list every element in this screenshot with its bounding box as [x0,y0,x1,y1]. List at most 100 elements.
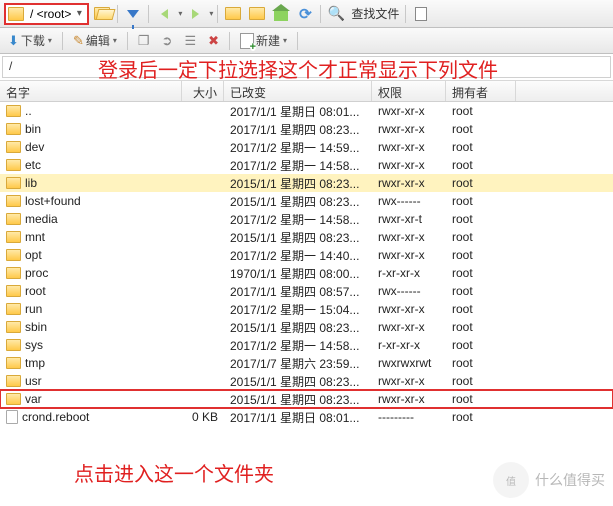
cell-name: dev [0,140,182,154]
table-row[interactable]: usr2015/1/1 星期四 08:23...rwxr-xr-xroot [0,372,613,390]
folder-icon [6,195,21,207]
cell-changed: 2017/1/2 星期一 14:58... [224,157,372,174]
cell-perm: rwxr-xr-x [372,320,446,334]
refresh-icon: ⟳ [299,5,312,23]
arrow-right-icon [192,9,199,19]
parent-dir-button[interactable] [222,3,244,25]
col-header-changed[interactable]: 已改变 [224,81,372,101]
find-files-label[interactable]: 查找文件 [349,5,401,22]
properties-button[interactable]: ☰ [180,31,200,51]
table-row[interactable]: lost+found2015/1/1 星期四 08:23...rwx------… [0,192,613,210]
copy-button[interactable]: ❐ [134,31,154,51]
find-button[interactable]: 🔍 [325,3,347,25]
folder-icon [6,249,21,261]
table-row[interactable]: var2015/1/1 星期四 08:23...rwxr-xr-xroot [0,390,613,408]
watermark: 值 什么值得买 [493,462,605,498]
extra-button[interactable] [410,3,432,25]
cell-owner: root [446,302,516,316]
cell-name: root [0,284,182,298]
table-row[interactable]: root2017/1/1 星期四 08:57...rwx------root [0,282,613,300]
filter-button[interactable] [122,3,144,25]
col-header-size[interactable]: 大小 [182,81,224,101]
cell-name: mnt [0,230,182,244]
file-list[interactable]: ..2017/1/1 星期日 08:01...rwxr-xr-xrootbin2… [0,102,613,500]
chevron-down-icon[interactable]: ▾ [178,9,182,18]
table-row[interactable]: lib2015/1/1 星期四 08:23...rwxr-xr-xroot [0,174,613,192]
table-row[interactable]: proc1970/1/1 星期四 08:00...r-xr-xr-xroot [0,264,613,282]
arrow-left-icon [161,9,168,19]
folder-icon [6,357,21,369]
table-row[interactable]: crond.reboot0 KB2017/1/1 星期日 08:01...---… [0,408,613,426]
edit-button[interactable]: ✎ 编辑 ▾ [69,30,121,51]
table-row[interactable]: bin2017/1/1 星期四 08:23...rwxr-xr-xroot [0,120,613,138]
cell-changed: 2017/1/1 星期四 08:57... [224,283,372,300]
home-icon [274,11,288,21]
cell-perm: rwxrwxrwt [372,356,446,370]
folder-root-icon [249,7,265,20]
download-label: 下载 [21,32,45,49]
cell-changed: 2017/1/2 星期一 14:58... [224,337,372,354]
cell-owner: root [446,176,516,190]
table-row[interactable]: sbin2015/1/1 星期四 08:23...rwxr-xr-xroot [0,318,613,336]
table-row[interactable]: mnt2015/1/1 星期四 08:23...rwxr-xr-xroot [0,228,613,246]
address-bar[interactable]: / [2,56,611,78]
file-name: lib [25,176,37,190]
root-dir-button[interactable] [246,3,268,25]
cell-owner: root [446,158,516,172]
open-folder-button[interactable] [91,3,113,25]
cell-name: var [0,392,182,406]
table-row[interactable]: media2017/1/2 星期一 14:58...rwxr-xr-troot [0,210,613,228]
table-row[interactable]: opt2017/1/2 星期一 14:40...rwxr-xr-xroot [0,246,613,264]
table-row[interactable]: dev2017/1/2 星期一 14:59...rwxr-xr-xroot [0,138,613,156]
edit-icon: ✎ [73,33,84,49]
folder-icon [6,141,21,153]
table-row[interactable]: sys2017/1/2 星期一 14:58...r-xr-xr-xroot [0,336,613,354]
cell-changed: 2017/1/1 星期日 08:01... [224,103,372,120]
col-header-owner[interactable]: 拥有者 [446,81,516,101]
cell-perm: rwxr-xr-x [372,122,446,136]
toolbar-separator [62,32,63,50]
home-button[interactable] [270,3,292,25]
folder-icon [8,7,24,21]
col-header-name[interactable]: 名字 [0,81,182,101]
path-combo[interactable]: / <root> ▾ [4,3,89,25]
chevron-down-icon[interactable]: ▾ [73,8,85,19]
chevron-down-icon: ▾ [283,36,287,45]
copy-icon: ❐ [138,33,150,49]
folder-icon [6,375,21,387]
delete-icon: ✖ [208,33,219,49]
folder-icon [6,285,21,297]
watermark-logo: 值 [493,462,529,498]
main-toolbar: / <root> ▾ ▾ ▾ ⟳ 🔍 查找文件 [0,0,613,28]
cell-changed: 2015/1/1 星期四 08:23... [224,319,372,336]
move-button[interactable]: ➲ [158,31,177,51]
cell-name: etc [0,158,182,172]
cell-owner: root [446,284,516,298]
cell-name: tmp [0,356,182,370]
new-button[interactable]: 新建 ▾ [236,30,291,51]
toolbar-separator [117,5,118,23]
back-button[interactable] [153,3,175,25]
cell-perm: rwxr-xr-x [372,176,446,190]
cell-name: sbin [0,320,182,334]
file-name: media [25,212,58,226]
table-row[interactable]: run2017/1/2 星期一 15:04...rwxr-xr-xroot [0,300,613,318]
table-row[interactable]: tmp2017/1/7 星期六 23:59...rwxrwxrwtroot [0,354,613,372]
refresh-button[interactable]: ⟳ [294,3,316,25]
table-row[interactable]: ..2017/1/1 星期日 08:01...rwxr-xr-xroot [0,102,613,120]
download-icon: ⬇ [8,33,19,49]
table-row[interactable]: etc2017/1/2 星期一 14:58...rwxr-xr-xroot [0,156,613,174]
chevron-down-icon: ▾ [113,36,117,45]
delete-button[interactable]: ✖ [204,31,223,51]
file-name: lost+found [25,194,81,208]
page-icon [415,7,427,21]
file-name: .. [25,104,32,118]
chevron-down-icon[interactable]: ▾ [209,9,213,18]
cell-name: lost+found [0,194,182,208]
col-header-perm[interactable]: 权限 [372,81,446,101]
download-button[interactable]: ⬇ 下载 ▾ [4,30,56,51]
file-name: sys [25,338,43,352]
forward-button[interactable] [184,3,206,25]
file-name: usr [25,374,42,388]
chevron-down-icon: ▾ [48,36,52,45]
